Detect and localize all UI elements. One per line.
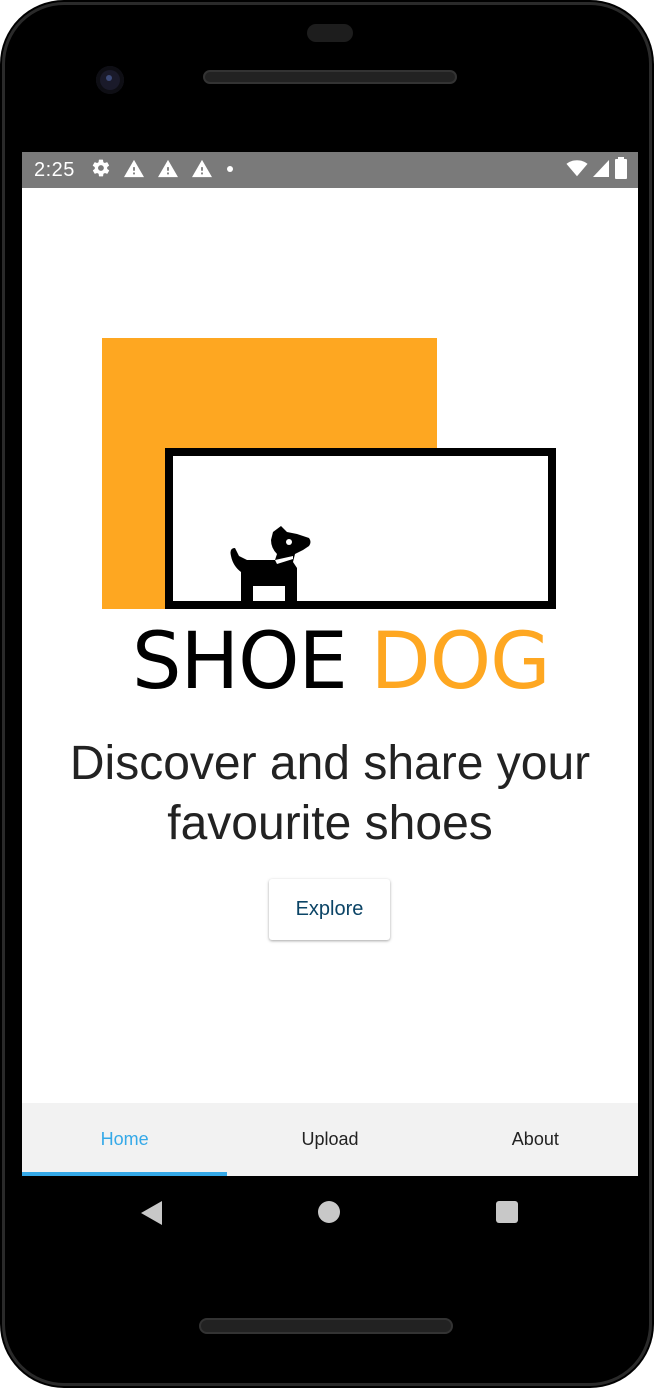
dog-icon [227, 526, 313, 602]
battery-icon [614, 156, 628, 184]
system-navigation-bar [22, 1176, 638, 1248]
gear-icon [91, 158, 111, 183]
bottom-tab-bar: Home Upload About [22, 1103, 638, 1176]
tab-home[interactable]: Home [22, 1103, 228, 1176]
bottom-speaker [199, 1318, 453, 1334]
recents-icon[interactable] [496, 1201, 518, 1223]
brand-word-dog: DOG [370, 617, 551, 707]
brand-title: SHOE DOG [132, 614, 572, 710]
tab-label: Home [100, 1129, 149, 1149]
notification-icons [91, 158, 235, 183]
tab-label: About [511, 1129, 559, 1149]
status-time: 2:25 [34, 158, 75, 181]
dot-icon [225, 161, 235, 179]
home-icon[interactable] [318, 1201, 340, 1223]
explore-button[interactable]: Explore [269, 879, 390, 940]
wifi-icon [566, 158, 588, 183]
front-camera [96, 66, 124, 94]
app-screen: 2:25 SHOE DOG Discover and share your fa… [22, 152, 638, 1176]
tagline: Discover and share your favourite shoes [69, 737, 591, 850]
phone-device: 2:25 SHOE DOG Discover and share your fa… [0, 0, 654, 1388]
tab-upload[interactable]: Upload [227, 1103, 432, 1176]
logo-shoebox-outline [165, 448, 556, 609]
signal-icon [592, 158, 610, 183]
shoe-dog-logo [102, 338, 556, 612]
status-bar: 2:25 [22, 152, 638, 188]
warning-icon [191, 158, 213, 183]
tab-about[interactable]: About [433, 1103, 638, 1176]
proximity-sensor [307, 24, 353, 42]
brand-word-shoe: SHOE [132, 617, 348, 707]
tab-label: Upload [301, 1129, 359, 1149]
warning-icon [157, 158, 179, 183]
system-status-icons [566, 152, 628, 188]
back-icon[interactable] [140, 1200, 164, 1226]
warning-icon [123, 158, 145, 183]
earpiece-speaker [203, 70, 457, 84]
